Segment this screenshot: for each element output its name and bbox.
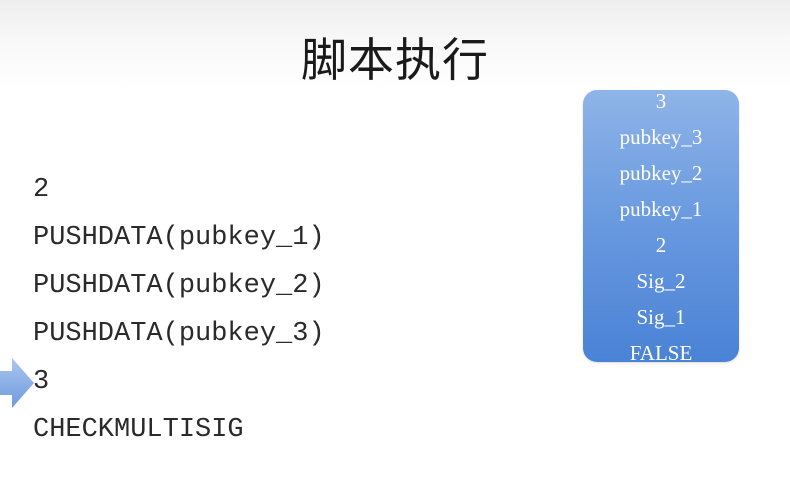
script-listing: 2 PUSHDATA(pubkey_1) PUSHDATA(pubkey_2) … [33,166,325,454]
stack-item: Sig_1 [636,305,686,329]
stack-item: FALSE [629,341,693,362]
script-line: PUSHDATA(pubkey_2) [33,271,325,301]
right-arrow-icon [0,358,34,408]
stack-item: pubkey_2 [619,161,703,185]
stack-panel: 3 pubkey_3 pubkey_2 pubkey_1 2 Sig_2 Sig… [583,90,739,362]
stack-item: Sig_2 [636,269,686,293]
stack-list: 3 pubkey_3 pubkey_2 pubkey_1 2 Sig_2 Sig… [583,90,739,362]
stack-item: 2 [655,233,667,257]
script-line-current: 3 [33,367,50,397]
stack-item: pubkey_3 [619,125,703,149]
script-line: 2 [33,175,50,205]
stack-item: 3 [655,90,667,113]
script-line: PUSHDATA(pubkey_1) [33,223,325,253]
script-line: PUSHDATA(pubkey_3) [33,319,325,349]
script-line: CHECKMULTISIG [33,415,244,445]
stack-item: pubkey_1 [619,197,703,221]
slide-title: 脚本执行 [301,33,489,87]
